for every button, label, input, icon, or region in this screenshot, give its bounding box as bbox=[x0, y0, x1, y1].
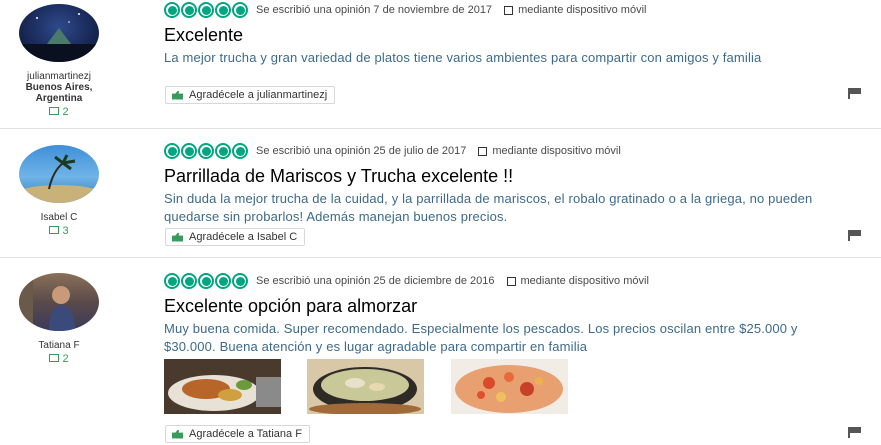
member-username[interactable]: Isabel C bbox=[0, 212, 118, 223]
review-count-icon bbox=[49, 107, 60, 116]
member-username[interactable]: julianmartinezj bbox=[0, 71, 118, 82]
rating-bubbles bbox=[164, 143, 248, 159]
thank-reviewer-button[interactable]: Agradécele a Isabel C bbox=[165, 228, 306, 246]
bubble-icon bbox=[181, 2, 197, 18]
thank-reviewer-label: Agradécele a julianmartinezj bbox=[189, 89, 328, 101]
review-count-value: 2 bbox=[62, 353, 69, 365]
rating-bubbles bbox=[164, 2, 248, 18]
bubble-icon bbox=[198, 2, 214, 18]
member-info: Isabel C 3 bbox=[0, 145, 118, 237]
review-content: Se escribió una opinión 7 de noviembre d… bbox=[164, 2, 844, 67]
review-date: Se escribió una opinión 7 de noviembre d… bbox=[256, 4, 493, 16]
mobile-device-icon bbox=[504, 5, 514, 15]
rating-line: Se escribió una opinión 25 de diciembre … bbox=[164, 273, 844, 289]
member-info: julianmartinezj Buenos Aires, Argentina … bbox=[0, 4, 118, 118]
thumbs-up-icon bbox=[172, 429, 183, 439]
bubble-icon bbox=[164, 273, 180, 289]
review-photo[interactable] bbox=[307, 359, 424, 414]
review-title[interactable]: Parrillada de Mariscos y Trucha excelent… bbox=[164, 165, 844, 187]
report-flag-icon[interactable] bbox=[848, 88, 861, 99]
review-divider bbox=[0, 257, 881, 258]
bubble-icon bbox=[215, 2, 231, 18]
review-content: Se escribió una opinión 25 de julio de 2… bbox=[164, 143, 844, 226]
rating-line: Se escribió una opinión 25 de julio de 2… bbox=[164, 143, 844, 159]
review-text: Muy buena comida. Super recomendado. Esp… bbox=[164, 321, 798, 354]
bubble-icon bbox=[232, 2, 248, 18]
avatar[interactable] bbox=[19, 4, 99, 62]
report-flag-icon[interactable] bbox=[848, 427, 861, 438]
review-count-value: 2 bbox=[62, 106, 69, 118]
review-date: Se escribió una opinión 25 de diciembre … bbox=[256, 275, 495, 287]
review-photo[interactable] bbox=[451, 359, 568, 414]
avatar[interactable] bbox=[19, 145, 99, 203]
review-text: Sin duda la mejor trucha de la cuidad, y… bbox=[164, 191, 813, 224]
review-count[interactable]: 2 bbox=[0, 353, 118, 365]
review-content: Se escribió una opinión 25 de diciembre … bbox=[164, 273, 844, 356]
avatar[interactable] bbox=[19, 273, 99, 331]
thank-reviewer-button[interactable]: Agradécele a julianmartinezj bbox=[165, 86, 336, 104]
mobile-device-icon bbox=[506, 276, 516, 286]
review-count[interactable]: 2 bbox=[0, 106, 118, 118]
report-flag-icon[interactable] bbox=[848, 230, 861, 241]
bubble-icon bbox=[164, 2, 180, 18]
review-count-value: 3 bbox=[62, 225, 69, 237]
review-text: La mejor trucha y gran variedad de plato… bbox=[164, 50, 762, 65]
mobile-label: mediante dispositivo móvil bbox=[518, 4, 647, 16]
thank-reviewer-label: Agradécele a Tatiana F bbox=[189, 428, 302, 440]
member-location: Buenos Aires, Argentina bbox=[25, 82, 93, 104]
rating-bubbles bbox=[164, 273, 248, 289]
bubble-icon bbox=[215, 273, 231, 289]
bubble-icon bbox=[198, 273, 214, 289]
bubble-icon bbox=[181, 143, 197, 159]
rating-line: Se escribió una opinión 7 de noviembre d… bbox=[164, 2, 844, 18]
bubble-icon bbox=[181, 273, 197, 289]
thumbs-up-icon bbox=[172, 90, 183, 100]
review-divider bbox=[0, 128, 881, 129]
mobile-label: mediante dispositivo móvil bbox=[520, 275, 649, 287]
mobile-label: mediante dispositivo móvil bbox=[492, 145, 621, 157]
member-info: Tatiana F 2 bbox=[0, 273, 118, 365]
thumbs-up-icon bbox=[172, 232, 183, 242]
member-username[interactable]: Tatiana F bbox=[0, 340, 118, 351]
thank-reviewer-label: Agradécele a Isabel C bbox=[189, 231, 298, 243]
thank-reviewer-button[interactable]: Agradécele a Tatiana F bbox=[165, 425, 310, 443]
review-title[interactable]: Excelente bbox=[164, 24, 844, 46]
bubble-icon bbox=[198, 143, 214, 159]
review-count[interactable]: 3 bbox=[0, 225, 118, 237]
bubble-icon bbox=[232, 143, 248, 159]
bubble-icon bbox=[164, 143, 180, 159]
mobile-device-icon bbox=[478, 146, 488, 156]
review-photo[interactable] bbox=[164, 359, 281, 414]
review-title[interactable]: Excelente opción para almorzar bbox=[164, 295, 844, 317]
review-count-icon bbox=[49, 354, 60, 363]
bubble-icon bbox=[215, 143, 231, 159]
bubble-icon bbox=[232, 273, 248, 289]
review-count-icon bbox=[49, 226, 60, 235]
review-date: Se escribió una opinión 25 de julio de 2… bbox=[256, 145, 467, 157]
